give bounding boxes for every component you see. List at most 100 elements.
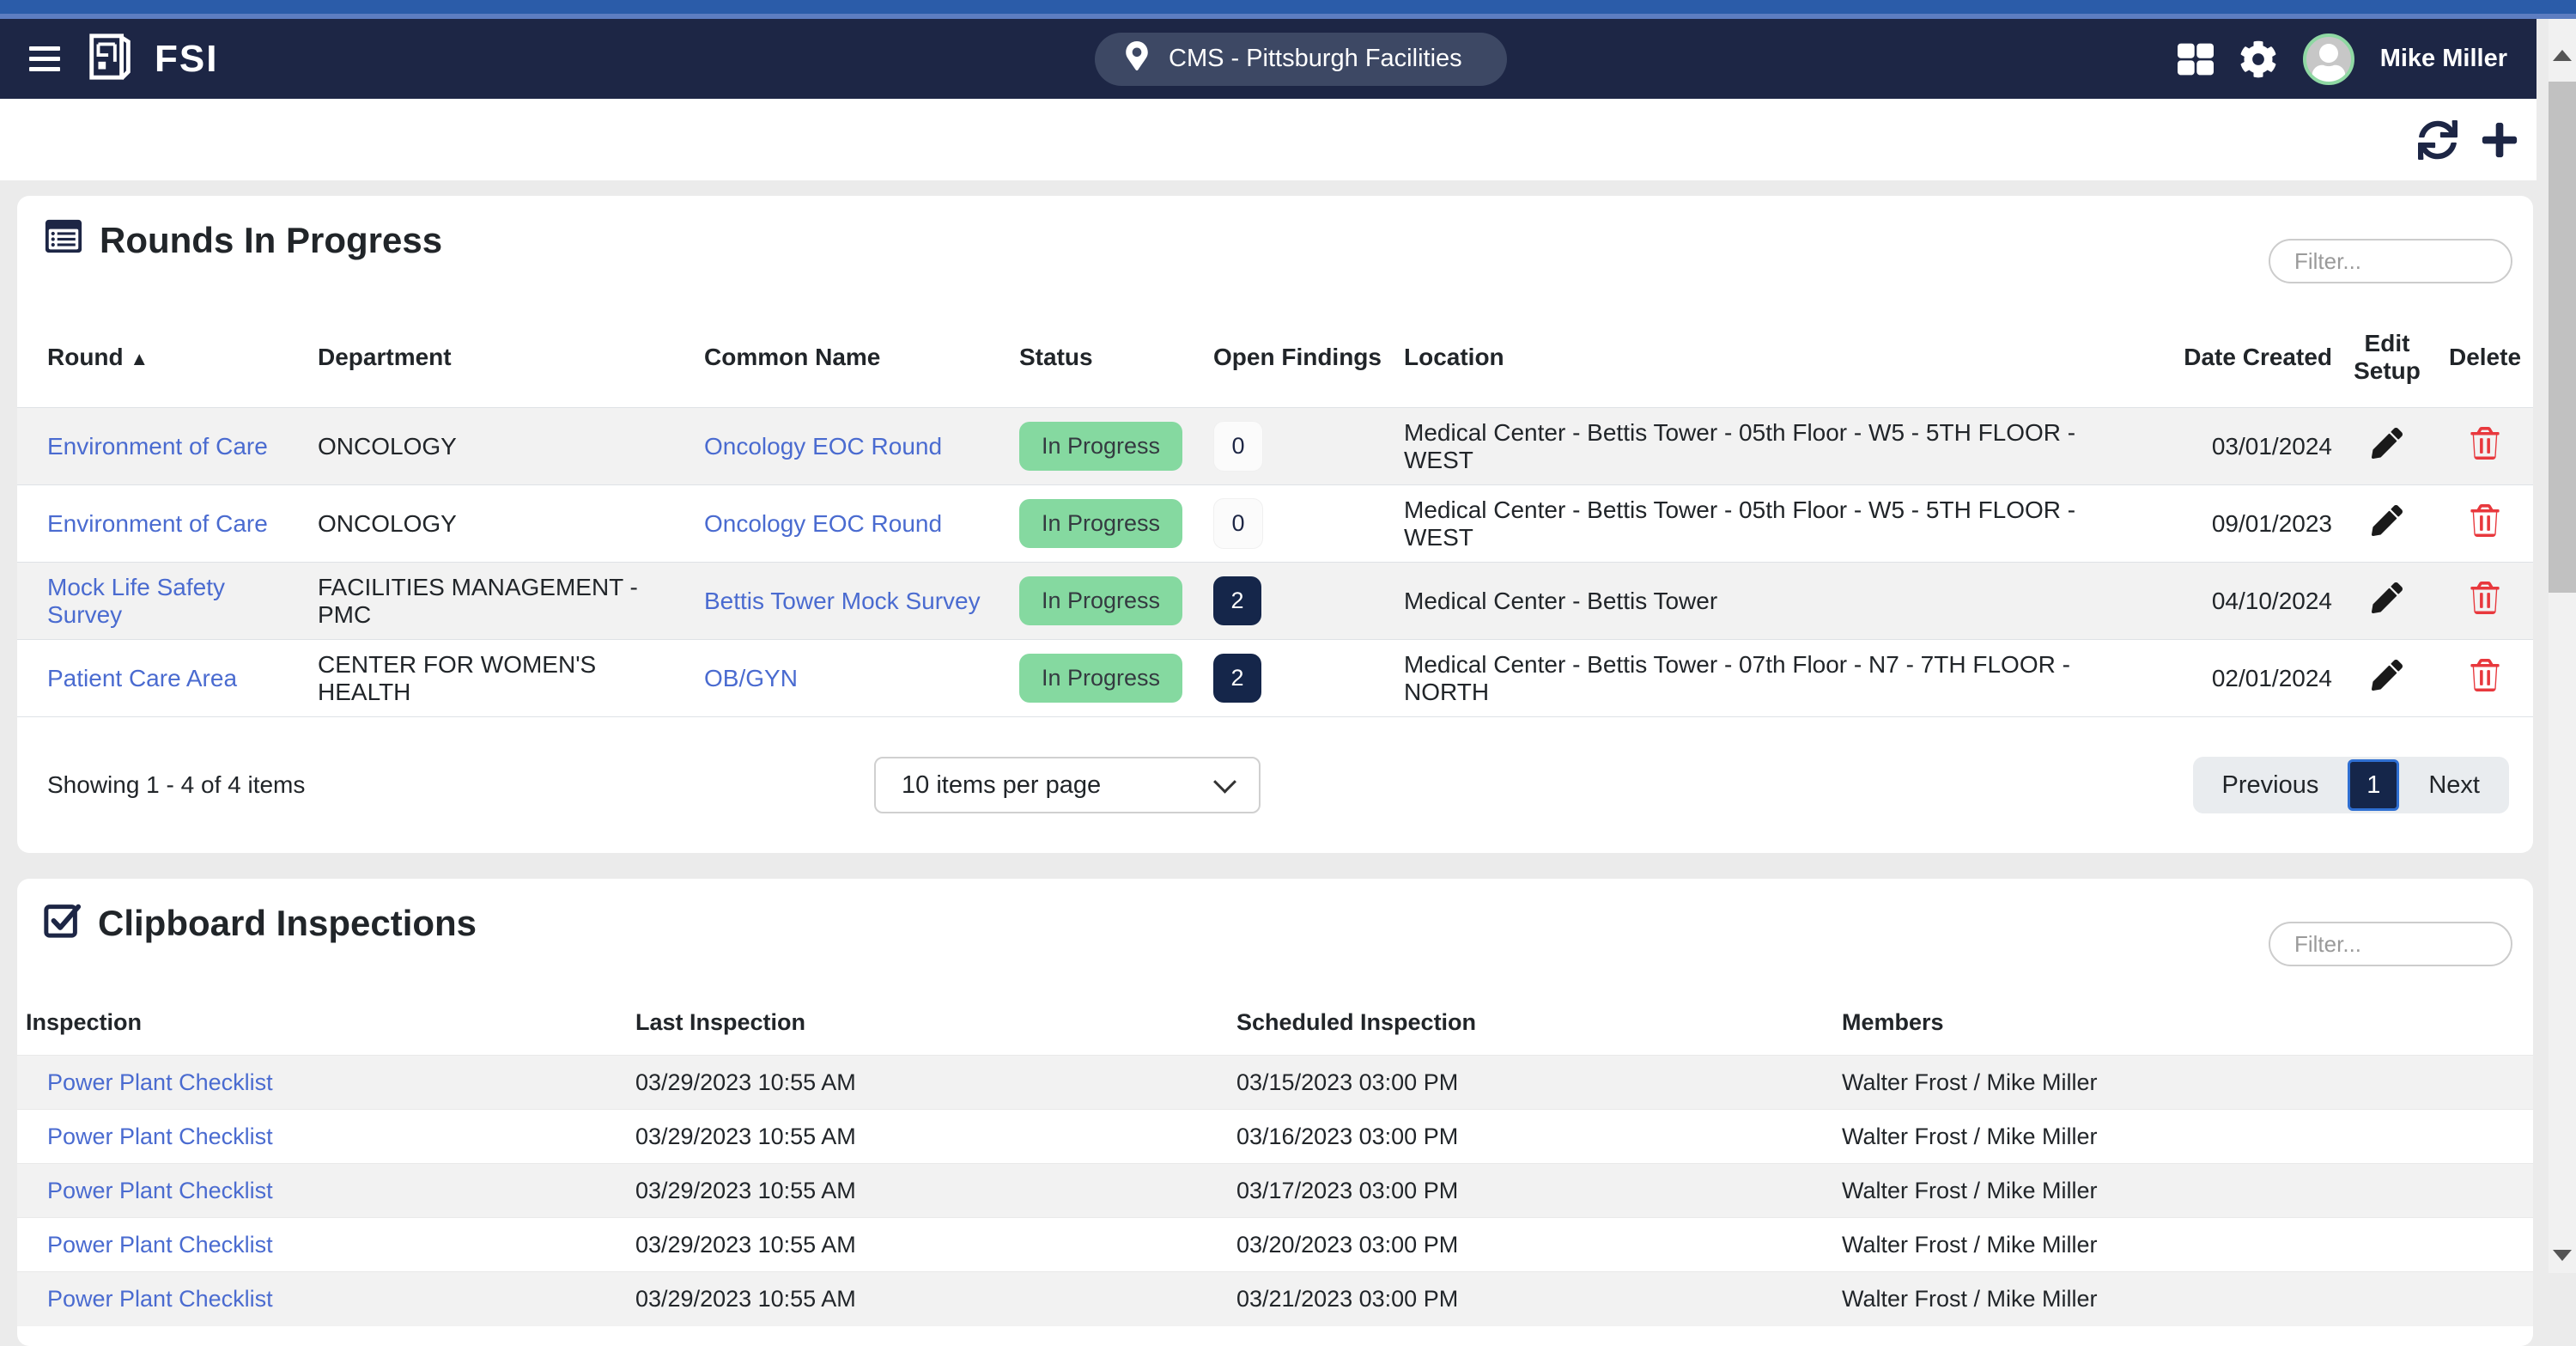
delete-button[interactable]	[2470, 582, 2500, 617]
edit-setup-button[interactable]	[2372, 582, 2403, 616]
facility-name: CMS - Pittsburgh Facilities	[1169, 45, 1462, 72]
inspection-link[interactable]: Power Plant Checklist	[47, 1069, 273, 1095]
user-name[interactable]: Mike Miller	[2380, 45, 2507, 73]
column-header-inspection[interactable]: Inspection	[17, 990, 627, 1056]
cell-last-inspection: 03/29/2023 10:55 AM	[635, 1069, 856, 1095]
cell-last-inspection: 03/29/2023 10:55 AM	[635, 1177, 856, 1203]
cell-last-inspection: 03/29/2023 10:55 AM	[635, 1285, 856, 1312]
scrollbar-up-arrow[interactable]	[2553, 50, 2572, 61]
column-header-open-findings[interactable]: Open Findings	[1205, 308, 1395, 408]
clipboard-section: Clipboard Inspections Inspection Last In…	[17, 879, 2533, 1346]
common-name-link[interactable]: Bettis Tower Mock Survey	[704, 588, 981, 614]
column-header-round[interactable]: Round ▲	[17, 308, 309, 408]
current-page-button[interactable]: 1	[2348, 759, 2400, 811]
cell-scheduled-inspection: 03/15/2023 03:00 PM	[1236, 1069, 1459, 1095]
fsi-logo-icon	[84, 30, 137, 88]
edit-setup-button[interactable]	[2372, 505, 2403, 539]
brand-text: FSI	[155, 37, 219, 80]
clipboard-filter-input[interactable]	[2269, 922, 2512, 966]
cell-status: In Progress	[1011, 485, 1205, 563]
edit-setup-button[interactable]	[2372, 428, 2403, 461]
column-header-edit-setup[interactable]: Edit Setup	[2337, 308, 2437, 408]
delete-button[interactable]	[2470, 427, 2500, 462]
facility-selector-pill[interactable]: CMS - Pittsburgh Facilities	[1095, 32, 1507, 86]
inspection-link[interactable]: Power Plant Checklist	[47, 1178, 273, 1203]
column-header-common-name[interactable]: Common Name	[696, 308, 1011, 408]
cell-department: ONCOLOGY	[318, 432, 457, 460]
page-size-select[interactable]: 10 items per page	[874, 757, 1261, 813]
round-link[interactable]: Mock Life Safety Survey	[47, 574, 225, 628]
open-findings-badge: 2	[1213, 576, 1261, 625]
status-badge: In Progress	[1019, 654, 1183, 703]
column-header-members[interactable]: Members	[1833, 990, 2533, 1056]
column-header-delete[interactable]: Delete	[2437, 308, 2533, 408]
clipboard-table-row: Power Plant Checklist 03/29/2023 10:55 A…	[17, 1163, 2533, 1218]
inspection-link[interactable]: Power Plant Checklist	[47, 1286, 273, 1312]
cell-delete	[2437, 408, 2533, 485]
user-avatar[interactable]	[2302, 33, 2354, 85]
cell-delete	[2437, 485, 2533, 563]
cell-department: CENTER FOR WOMEN'S HEALTH	[318, 650, 597, 705]
cell-inspection: Power Plant Checklist	[17, 1218, 627, 1272]
clipboard-section-title: Clipboard Inspections	[43, 899, 477, 947]
scrollbar-thumb[interactable]	[2549, 82, 2576, 593]
vertical-scrollbar[interactable]	[2549, 19, 2576, 1273]
cell-location: Medical Center - Bettis Tower - 07th Flo…	[1404, 650, 2070, 705]
cell-delete	[2437, 563, 2533, 640]
clipboard-table-row: Power Plant Checklist 03/29/2023 10:55 A…	[17, 1109, 2533, 1164]
rounds-header-row: Round ▲ Department Common Name Status Op…	[17, 308, 2533, 408]
cell-department: ONCOLOGY	[318, 509, 457, 537]
column-header-date-created[interactable]: Date Created	[2088, 308, 2337, 408]
add-button[interactable]	[2480, 120, 2519, 160]
column-header-last-inspection[interactable]: Last Inspection	[627, 990, 1228, 1056]
list-panel-icon	[43, 216, 84, 265]
next-page-button[interactable]: Next	[2399, 757, 2509, 813]
cell-members: Walter Frost / Mike Miller	[1842, 1231, 2098, 1258]
scrollbar-down-arrow[interactable]	[2553, 1250, 2572, 1261]
delete-button[interactable]	[2470, 504, 2500, 539]
round-link[interactable]: Patient Care Area	[47, 665, 237, 691]
cell-last-inspection: 03/29/2023 10:55 AM	[635, 1123, 856, 1149]
checked-checkbox-icon	[43, 899, 82, 947]
rounds-table-row: Patient Care Area CENTER FOR WOMEN'S HEA…	[17, 639, 2533, 717]
apps-grid-button[interactable]	[2177, 41, 2214, 77]
inspection-link[interactable]: Power Plant Checklist	[47, 1232, 273, 1258]
round-link[interactable]: Environment of Care	[47, 433, 268, 460]
status-badge: In Progress	[1019, 499, 1183, 548]
column-header-status[interactable]: Status	[1011, 308, 1205, 408]
inspection-link[interactable]: Power Plant Checklist	[47, 1124, 273, 1149]
cell-common-name: Oncology EOC Round	[696, 408, 1011, 485]
edit-setup-button[interactable]	[2372, 660, 2403, 693]
rounds-section: Rounds In Progress Round ▲ Department Co…	[17, 196, 2533, 853]
cell-members: Walter Frost / Mike Miller	[1842, 1069, 2098, 1095]
browser-focus-strip	[0, 0, 2576, 19]
cell-open-findings: 2	[1205, 563, 1395, 640]
rounds-filter-input[interactable]	[2269, 239, 2512, 283]
column-header-scheduled-inspection[interactable]: Scheduled Inspection	[1228, 990, 1833, 1056]
cell-common-name: Oncology EOC Round	[696, 485, 1011, 563]
menu-toggle-button[interactable]	[29, 46, 60, 71]
column-header-location[interactable]: Location	[1395, 308, 2088, 408]
cell-members: Walter Frost / Mike Miller	[1842, 1177, 2098, 1203]
common-name-link[interactable]: Oncology EOC Round	[704, 510, 942, 537]
round-link[interactable]: Environment of Care	[47, 510, 268, 537]
common-name-link[interactable]: OB/GYN	[704, 665, 798, 691]
column-header-department[interactable]: Department	[309, 308, 696, 408]
cell-inspection: Power Plant Checklist	[17, 1164, 627, 1218]
cell-round: Patient Care Area	[17, 640, 309, 717]
cell-open-findings: 0	[1205, 408, 1395, 485]
rounds-table-footer: Showing 1 - 4 of 4 items 10 items per pa…	[17, 717, 2533, 853]
refresh-button[interactable]	[2418, 119, 2458, 160]
sort-ascending-icon: ▲	[130, 348, 149, 369]
previous-page-button[interactable]: Previous	[2193, 757, 2348, 813]
clipboard-table-row: Power Plant Checklist 03/29/2023 10:55 A…	[17, 1055, 2533, 1110]
cell-round: Environment of Care	[17, 408, 309, 485]
settings-gear-button[interactable]	[2239, 40, 2277, 78]
delete-button[interactable]	[2470, 659, 2500, 694]
rounds-section-title: Rounds In Progress	[43, 216, 442, 265]
pagination: Previous 1 Next	[2192, 757, 2509, 813]
open-findings-badge: 0	[1213, 421, 1263, 472]
common-name-link[interactable]: Oncology EOC Round	[704, 433, 942, 460]
cell-status: In Progress	[1011, 640, 1205, 717]
chevron-down-icon	[1213, 770, 1236, 794]
